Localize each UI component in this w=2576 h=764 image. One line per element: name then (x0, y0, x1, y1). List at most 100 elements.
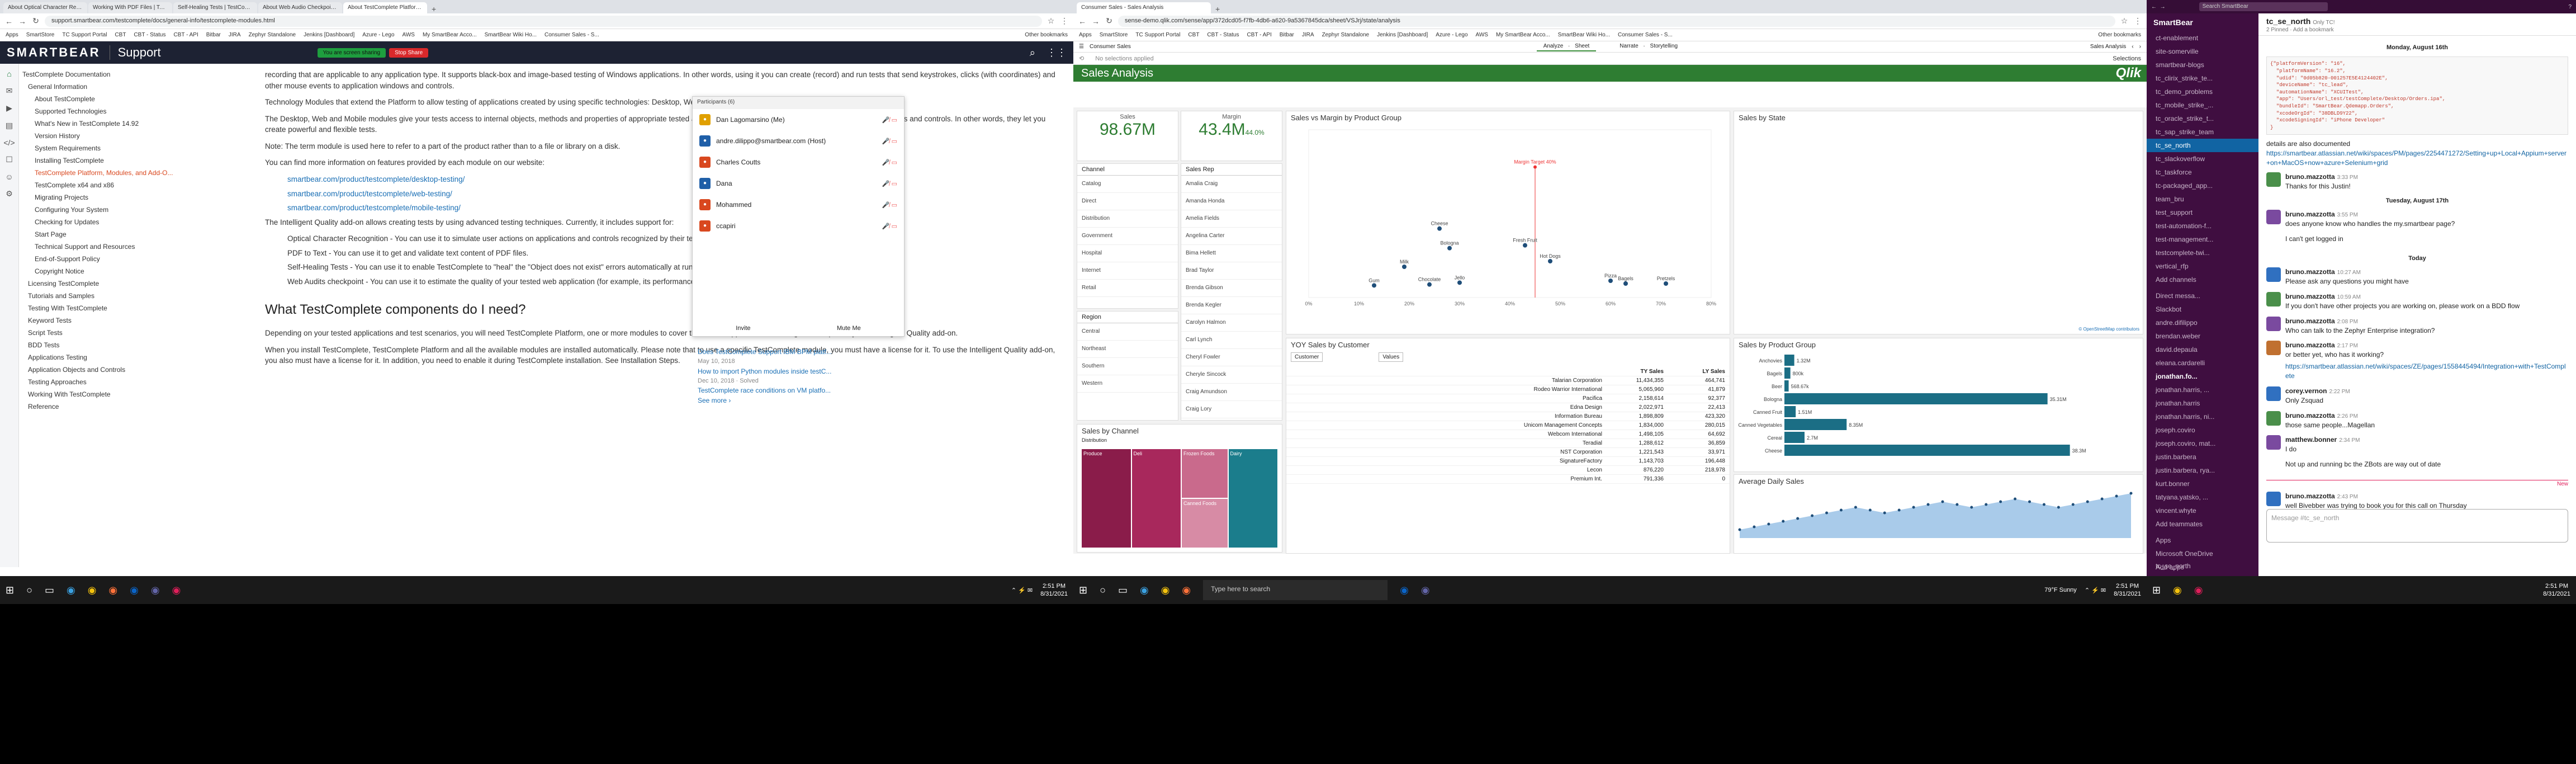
bar[interactable] (1784, 432, 1805, 443)
area-point[interactable] (1738, 528, 1741, 531)
product-group-chart-card[interactable]: Sales by Product Group Anchovies 1.32M Bag… (1734, 338, 2143, 472)
mic-muted-icon[interactable]: 🎤̸ ▭ (882, 159, 897, 166)
filter-value[interactable]: Cheryl Fowler (1181, 349, 1282, 366)
salesrep-filter[interactable]: Sales Rep Amalia Craig Amanda Honda Amelia … (1181, 163, 1282, 421)
table-row[interactable]: NST Corporation 1,221,543 33,971 (1286, 448, 1730, 457)
bar[interactable] (1784, 380, 1789, 392)
channel-item[interactable]: test-automation-f... (2147, 219, 2258, 233)
slack-icon[interactable]: ◉ (172, 584, 181, 596)
scatter-point[interactable] (1447, 246, 1452, 251)
hamburger-icon[interactable]: ☰ (1079, 44, 1084, 50)
area-point[interactable] (2115, 494, 2118, 498)
channel-item[interactable]: tc_slackoverflow (2147, 152, 2258, 166)
message-time[interactable]: 2:34 PM (2339, 437, 2360, 444)
filter-value[interactable]: Carl Lynch (1181, 332, 1282, 349)
toc-item[interactable]: Tutorials and Samples (22, 290, 239, 302)
tab-analyze[interactable]: Analyze · Sheet (1536, 42, 1597, 51)
author-name[interactable]: bruno.mazzotta (2285, 210, 2335, 218)
mic-muted-icon[interactable]: 🎤̸ ▭ (882, 116, 897, 124)
channel-item[interactable]: test_support (2147, 206, 2258, 219)
message-link[interactable]: https://smartbear.atlassian.net/wiki/spa… (2285, 362, 2568, 381)
scatter-point[interactable] (1402, 265, 1407, 269)
back-icon[interactable]: ← (4, 17, 13, 26)
channel-item[interactable]: tc_oracle_strike_t... (2147, 112, 2258, 125)
scatter-point[interactable] (1533, 165, 1537, 169)
dm-item[interactable]: andre.difilippo (2147, 316, 2258, 329)
values-button[interactable]: Values (1379, 352, 1404, 362)
toc-item[interactable]: Copyright Notice (22, 265, 239, 277)
browser-tab[interactable]: About Web Audio Checkpoints | ... (258, 2, 342, 13)
filter-value[interactable]: Western (1077, 375, 1178, 393)
message-time[interactable]: 2:26 PM (2337, 413, 2358, 419)
chat-icon[interactable]: ✉ (6, 86, 13, 96)
channel-item[interactable]: tc_se_north (2147, 139, 2258, 152)
iq-feature[interactable]: Optical Character Recognition - You can … (287, 233, 1057, 244)
dm-item[interactable]: Slackbot (2147, 303, 2258, 316)
filter-value[interactable]: Retail (1077, 280, 1178, 297)
filter-value[interactable]: Internet (1077, 262, 1178, 280)
toc-item[interactable]: Applications Testing (22, 351, 239, 364)
bar[interactable] (1784, 367, 1791, 379)
dm-item[interactable]: vincent.whyte (2147, 504, 2258, 517)
related-link[interactable]: How to import Python modules inside test… (698, 366, 910, 376)
area-point[interactable] (1883, 511, 1886, 515)
bookmark[interactable]: AWS (402, 32, 415, 38)
back-icon[interactable]: ← (2151, 4, 2157, 10)
dm-item[interactable]: brendan.weber (2147, 329, 2258, 343)
dm-item[interactable]: jonathan.harris, ... (2147, 383, 2258, 397)
dm-item[interactable]: eleana.cardarelli (2147, 356, 2258, 370)
bookmark[interactable]: AWS (1476, 32, 1488, 38)
channel-item[interactable]: Add channels (2147, 273, 2258, 286)
forward-icon[interactable]: → (2160, 4, 2166, 10)
avatar[interactable] (2266, 267, 2281, 282)
toc-item[interactable]: Testing Approaches (22, 376, 239, 388)
bookmark[interactable]: Jenkins [Dashboard] (1377, 32, 1428, 38)
dm-item[interactable]: jonathan.harris (2147, 397, 2258, 410)
average-daily-sales-card[interactable]: Average Daily Sales (1734, 474, 2143, 554)
avatar[interactable] (2266, 386, 2281, 401)
home-icon[interactable]: ⌂ (7, 69, 11, 78)
chrome-icon[interactable]: ◉ (2173, 584, 2182, 596)
author-name[interactable]: bruno.mazzotta (2285, 341, 2335, 349)
dm-item[interactable]: david.depaula (2147, 343, 2258, 356)
avatar[interactable] (2266, 316, 2281, 331)
bookmark[interactable]: CBT - Status (134, 32, 165, 38)
participant-row[interactable]: ● Charles Coutts 🎤̸ ▭ (693, 152, 904, 173)
toc-item[interactable]: Reference (22, 400, 239, 413)
message-time[interactable]: 10:27 AM (2337, 270, 2361, 276)
filter-value[interactable]: Bima Hellett (1181, 245, 1282, 262)
windows-start-icon[interactable]: ⊞ (6, 584, 14, 596)
area-point[interactable] (1897, 508, 1901, 512)
dm-header[interactable]: Direct messa... (2147, 286, 2258, 303)
bookmark[interactable]: CBT (1188, 32, 1199, 38)
bookmark[interactable]: Consumer Sales - S... (544, 32, 599, 38)
toc-item[interactable]: Checking for Updates (22, 216, 239, 228)
bar[interactable] (1784, 406, 1796, 417)
message-time[interactable]: 2:17 PM (2337, 343, 2358, 349)
selections-tool[interactable]: Selections (2113, 55, 2141, 62)
filter-value[interactable]: Direct (1077, 193, 1178, 210)
bookmark[interactable]: Apps (6, 32, 18, 38)
toc-item[interactable]: Installing TestComplete (22, 154, 239, 167)
area-point[interactable] (1854, 506, 1857, 509)
scatter-point[interactable] (1372, 283, 1376, 288)
channel-item[interactable]: tc_sap_strike_team (2147, 125, 2258, 139)
yoy-sales-table[interactable]: YOY Sales by Customer Customer Values TY … (1286, 338, 1730, 554)
date-divider[interactable]: Tuesday, August 17th (2266, 197, 2568, 205)
mic-muted-icon[interactable]: 🎤̸ ▭ (882, 201, 897, 209)
bar[interactable] (1784, 419, 1847, 430)
avatar[interactable] (2266, 411, 2281, 426)
url-input[interactable]: support.smartbear.com/testcomplete/docs/… (45, 15, 1042, 27)
forward-icon[interactable]: → (18, 17, 27, 26)
teams-icon[interactable]: ◉ (151, 584, 160, 596)
avatar[interactable] (2266, 172, 2281, 187)
slack-icon[interactable]: ◉ (2194, 584, 2203, 596)
area-point[interactable] (1753, 525, 1756, 529)
bookmark[interactable]: CBT - API (173, 32, 198, 38)
scatter-point[interactable] (1623, 281, 1628, 286)
region-filter[interactable]: Region Central Northeast Southern Western (1077, 311, 1178, 421)
table-row[interactable]: Information Bureau 1,898,809 423,320 (1286, 412, 1730, 421)
author-name[interactable]: bruno.mazzotta (2285, 293, 2335, 300)
stop-share-button[interactable]: Stop Share (389, 48, 429, 58)
reload-icon[interactable]: ↻ (31, 16, 40, 26)
